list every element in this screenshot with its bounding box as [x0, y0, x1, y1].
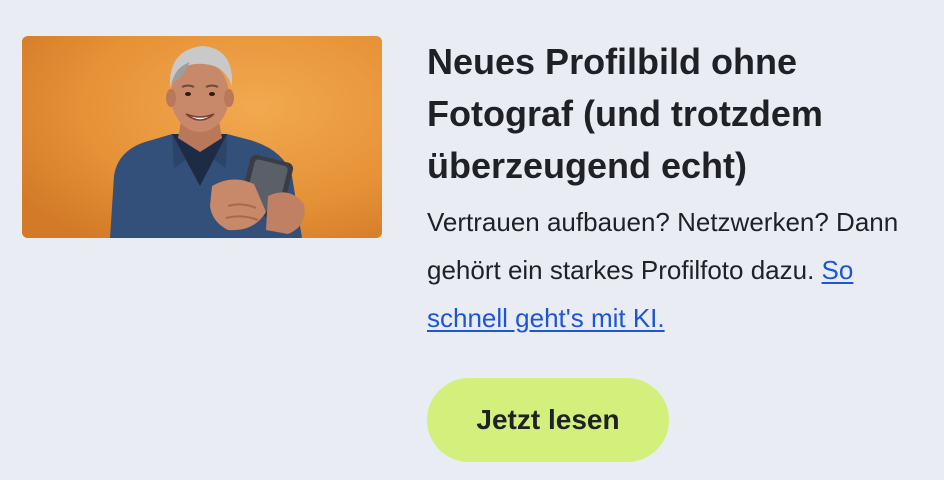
article-headline[interactable]: Neues Profilbild ohne Fotograf (und trot…	[427, 36, 927, 192]
article-content: Neues Profilbild ohne Fotograf (und trot…	[427, 36, 927, 342]
read-now-button[interactable]: Jetzt lesen	[427, 378, 669, 462]
article-teaser: Vertrauen aufbauen? Netzwerken? Dann geh…	[427, 198, 927, 342]
man-with-phone-illustration	[22, 36, 382, 238]
article-image[interactable]	[22, 36, 382, 238]
